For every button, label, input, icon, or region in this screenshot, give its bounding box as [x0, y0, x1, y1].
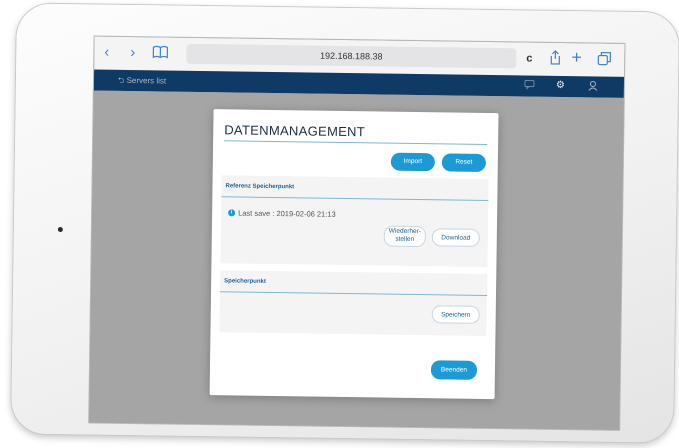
- import-button[interactable]: Import: [390, 152, 435, 172]
- last-save-text: Last save : 2019-02-06 21:13: [238, 208, 336, 219]
- url-field[interactable]: 192.168.188.38: [186, 43, 517, 69]
- reference-savepoint-section: Referenz Speicherpunkt i Last save : 201…: [220, 175, 489, 267]
- restore-label-line1: Wiederher-: [388, 227, 422, 236]
- back-icon[interactable]: ‹: [104, 44, 109, 62]
- data-management-dialog: DATENMANAGEMENT Import Reset Referenz Sp…: [209, 109, 499, 400]
- camera-dot: [57, 226, 63, 233]
- return-icon: ⮌: [117, 75, 127, 85]
- section-divider: [221, 196, 489, 201]
- share-icon[interactable]: [549, 50, 561, 70]
- savepoint-heading: Speicherpunkt: [224, 278, 266, 285]
- servers-list-link[interactable]: ⮌ Servers list: [118, 75, 166, 90]
- dialog-title: DATENMANAGEMENT: [224, 122, 366, 140]
- reset-button[interactable]: Reset: [441, 153, 486, 172]
- servers-list-label: Servers list: [126, 75, 167, 86]
- restore-label-line2: stellen: [395, 235, 415, 243]
- book-icon[interactable]: [152, 45, 169, 63]
- section-divider: [220, 291, 488, 296]
- forward-icon[interactable]: ›: [130, 44, 135, 62]
- title-divider: [224, 140, 488, 145]
- info-icon: i: [228, 209, 236, 217]
- restore-button[interactable]: Wiederher- stellen: [383, 225, 426, 248]
- new-tab-icon[interactable]: +: [571, 47, 582, 67]
- chat-icon[interactable]: [524, 79, 535, 92]
- tabs-icon[interactable]: [597, 51, 612, 71]
- tablet-frame: ‹ › 192.168.188.38 c + ⮌ Servers list ⚙: [11, 3, 679, 443]
- close-button[interactable]: Beenden: [430, 360, 478, 380]
- savepoint-section: Speicherpunkt Speichern: [219, 270, 488, 336]
- reload-icon[interactable]: c: [526, 50, 532, 68]
- save-button[interactable]: Speichern: [431, 305, 480, 324]
- user-icon[interactable]: [588, 80, 598, 94]
- gear-icon[interactable]: ⚙: [556, 80, 565, 91]
- tablet-screen: ‹ › 192.168.188.38 c + ⮌ Servers list ⚙: [89, 36, 625, 430]
- reference-heading: Referenz Speicherpunkt: [225, 183, 295, 191]
- download-button[interactable]: Download: [431, 228, 480, 247]
